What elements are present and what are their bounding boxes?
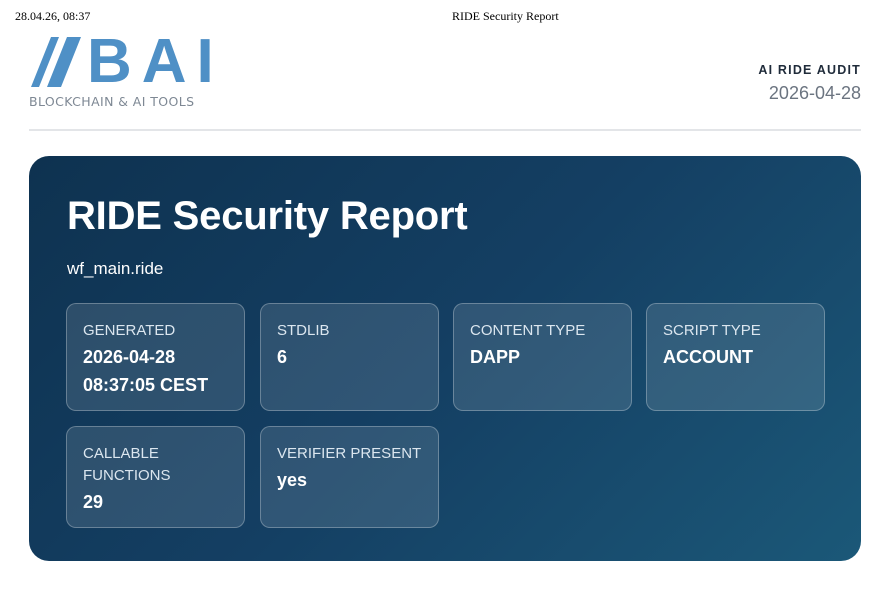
meta-card-callable-functions: CALLABLE FUNCTIONS 29 [66,426,245,528]
meta-card-value: 29 [83,492,104,512]
report-hero: RIDE Security Report wf_main.ride GENERA… [29,156,861,561]
header-divider [29,129,861,131]
meta-card-label: GENERATED [83,322,176,339]
logo-tagline: BLOCKCHAIN & AI TOOLS [29,94,195,109]
meta-card-stdlib: STDLIB 6 [260,303,439,411]
audit-label: AI RIDE AUDIT [758,63,861,77]
meta-card-label: SCRIPT TYPE [663,322,761,339]
print-datetime: 28.04.26, 08:37 [15,9,91,23]
bai-logo: BAI BLOCKCHAIN & AI TOOLS [29,31,229,112]
audit-info: AI RIDE AUDIT 2026-04-28 [758,63,861,104]
print-header: 28.04.26, 08:37 RIDE Security Report [0,9,895,25]
report-filename: wf_main.ride [67,259,164,278]
logo-slashes-icon [31,37,81,87]
meta-card-script-type: SCRIPT TYPE ACCOUNT [646,303,825,411]
audit-date: 2026-04-28 [768,83,861,103]
meta-card-value: 6 [277,347,288,367]
meta-card-value: DAPP [470,347,521,367]
print-title: RIDE Security Report [452,9,559,23]
meta-card-content-type: CONTENT TYPE DAPP [453,303,632,411]
meta-card-label: CALLABLE FUNCTIONS [83,445,171,484]
meta-card-value: yes [277,470,308,490]
report-title: RIDE Security Report [67,194,468,238]
meta-card-value: 2026-04-28 08:37:05 CEST [83,347,209,395]
meta-card-verifier-present: VERIFIER PRESENT yes [260,426,439,528]
meta-card-label: CONTENT TYPE [470,322,586,339]
meta-card-label: VERIFIER PRESENT [277,445,422,462]
meta-card-value: ACCOUNT [663,347,753,367]
logo-wordmark: BAI [87,27,224,96]
meta-card-label: STDLIB [277,322,330,339]
meta-card-generated: GENERATED 2026-04-28 08:37:05 CEST [66,303,245,411]
